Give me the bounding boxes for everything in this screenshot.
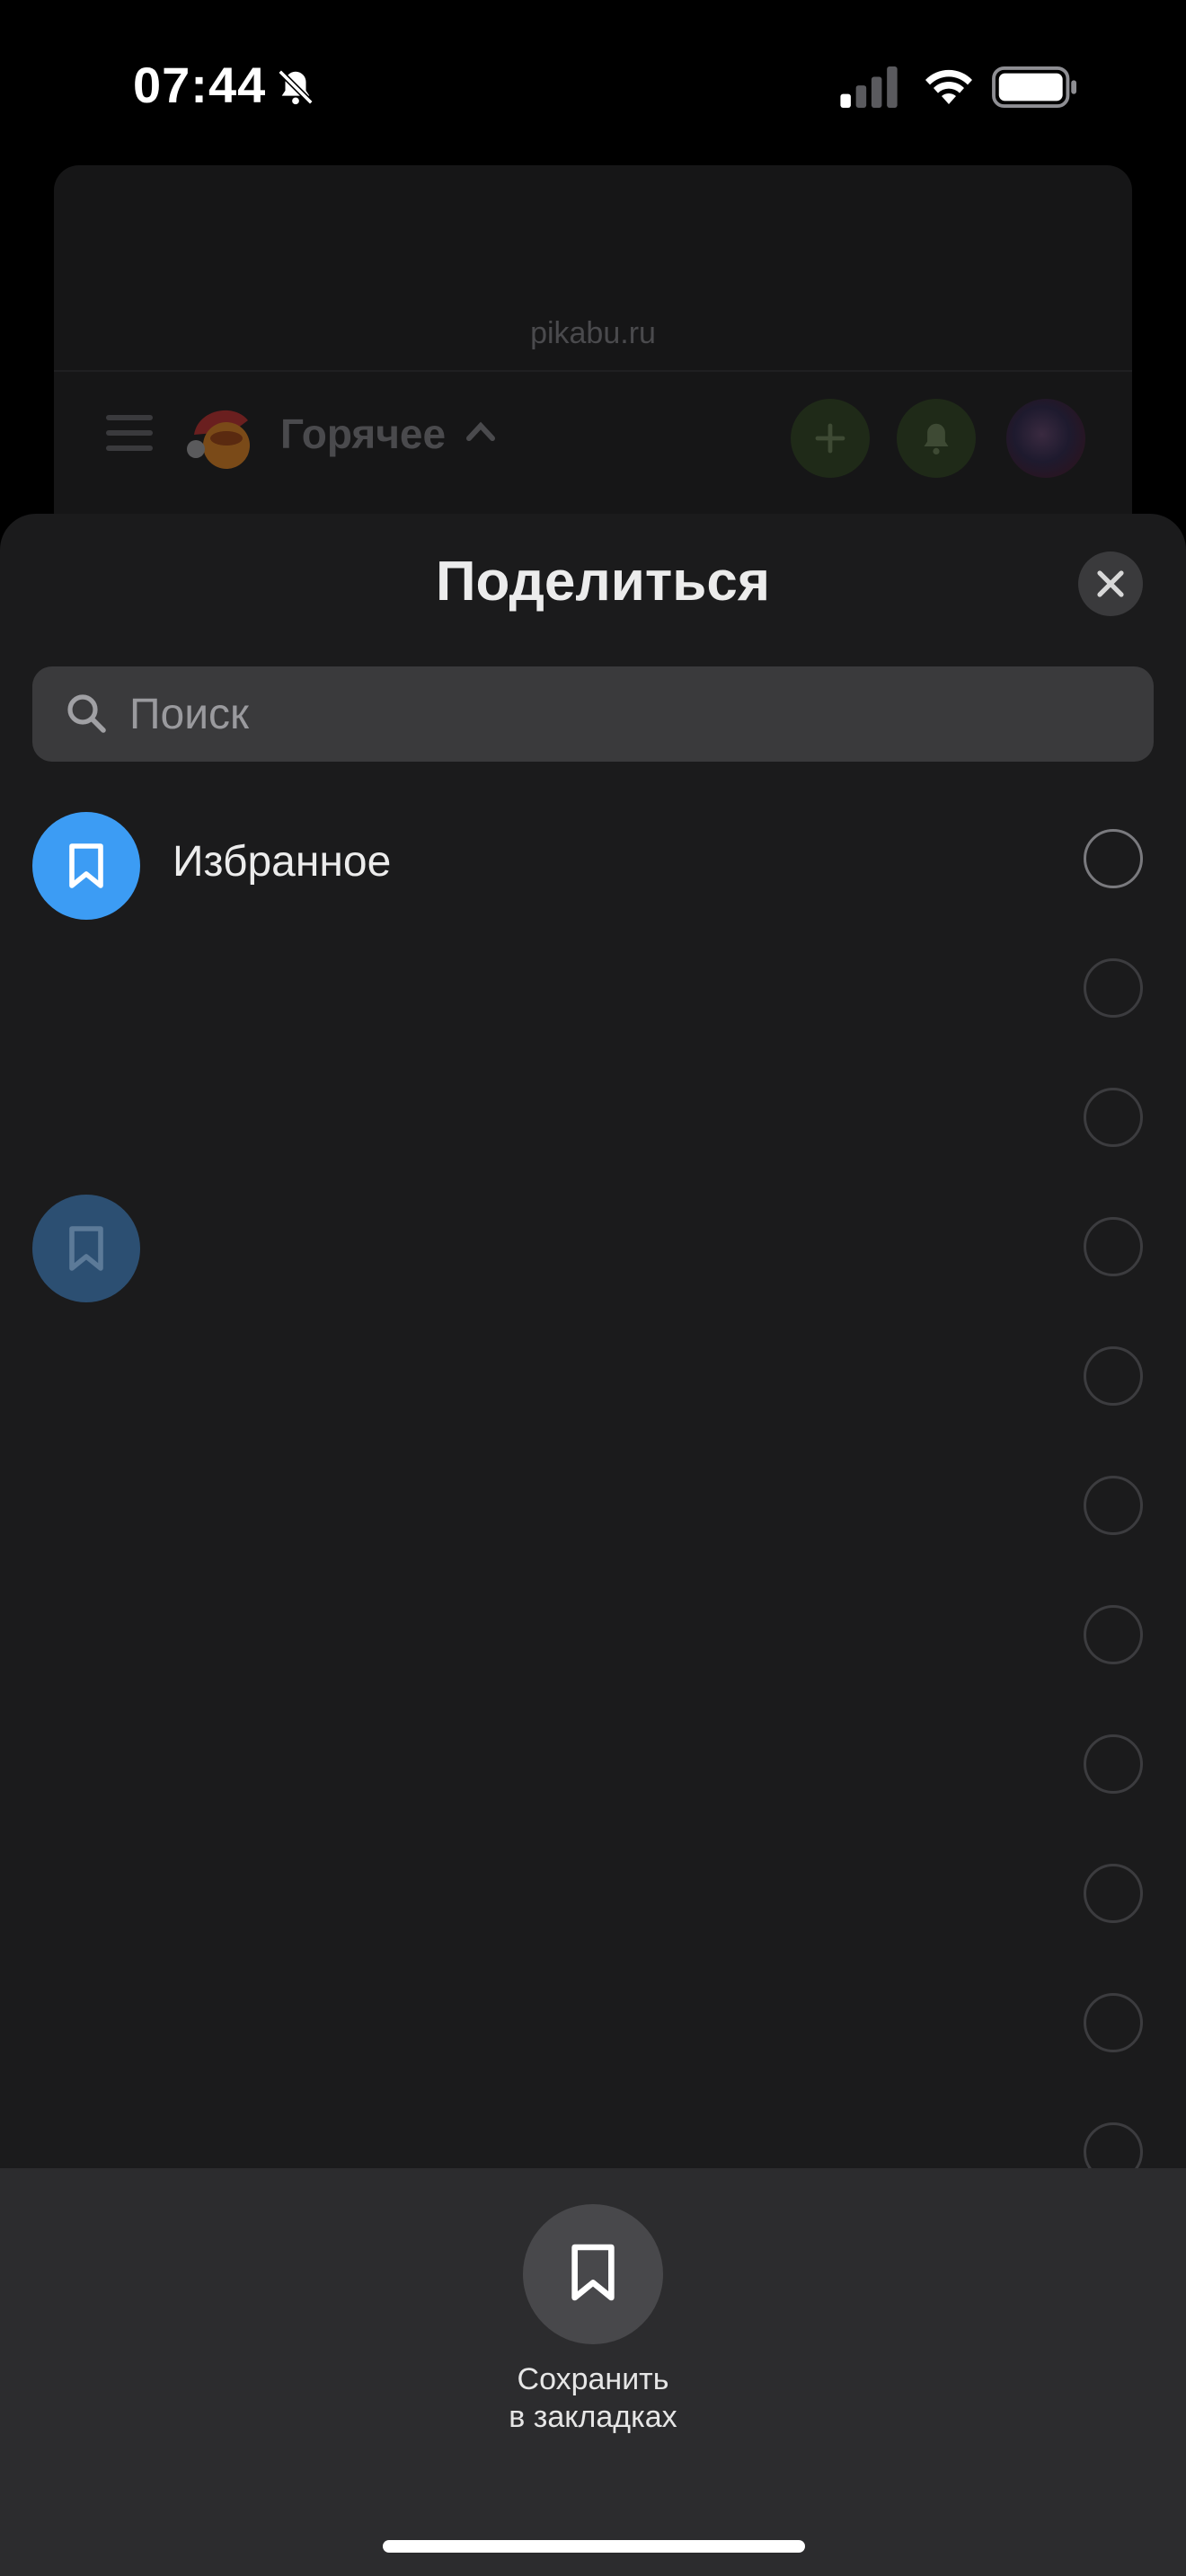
save-bookmark-button[interactable] [523, 2204, 663, 2344]
placeholder-radio [1084, 1346, 1143, 1406]
notifications-button [897, 399, 976, 478]
bell-slash-icon [278, 69, 314, 105]
bookmark-icon [69, 843, 103, 888]
status-time: 07:44 [133, 57, 267, 113]
page-url: pikabu.ru [530, 316, 656, 350]
bookmark-icon [571, 2244, 615, 2301]
list-item-label: Избранное [173, 838, 392, 886]
placeholder-radio [1084, 1088, 1143, 1147]
placeholder-avatar [32, 1195, 140, 1302]
chevron-up-icon [466, 421, 495, 441]
search-input[interactable] [129, 683, 1118, 745]
feed-title: Горячее [280, 410, 447, 457]
wifi-icon [925, 69, 972, 104]
plus-button [791, 399, 870, 478]
placeholder-radio [1084, 1734, 1143, 1794]
placeholder-radio [1084, 1217, 1143, 1276]
placeholder-radio [1084, 1993, 1143, 2052]
search-icon [67, 694, 106, 733]
divider [54, 370, 1132, 372]
action-bar: Сохранить в закладках [0, 2168, 1186, 2576]
close-icon [1097, 570, 1124, 597]
battery-icon [992, 66, 1076, 108]
menu-icon [106, 415, 153, 451]
search-box[interactable] [32, 666, 1154, 762]
home-indicator[interactable] [383, 2540, 805, 2553]
favorites-avatar [32, 812, 140, 920]
placeholder-radio [1084, 1864, 1143, 1923]
save-bookmark-label: Сохранить в закладках [509, 2362, 677, 2434]
placeholder-radio [1084, 958, 1143, 1018]
avatar [1006, 399, 1085, 478]
list-item-favorites[interactable]: Избранное [0, 807, 1186, 923]
close-button[interactable] [1078, 551, 1143, 616]
bell-icon [924, 423, 949, 454]
placeholder-radio [1084, 1476, 1143, 1535]
cellular-signal-icon [840, 66, 898, 108]
santa-logo [187, 410, 250, 469]
placeholder-radio [1084, 1605, 1143, 1664]
plus-icon [815, 423, 845, 454]
favorites-radio[interactable] [1084, 829, 1143, 888]
sheet-title: Поделиться [435, 551, 771, 613]
bookmark-icon [69, 1226, 103, 1271]
status-bar: 07:44 [0, 0, 1186, 162]
